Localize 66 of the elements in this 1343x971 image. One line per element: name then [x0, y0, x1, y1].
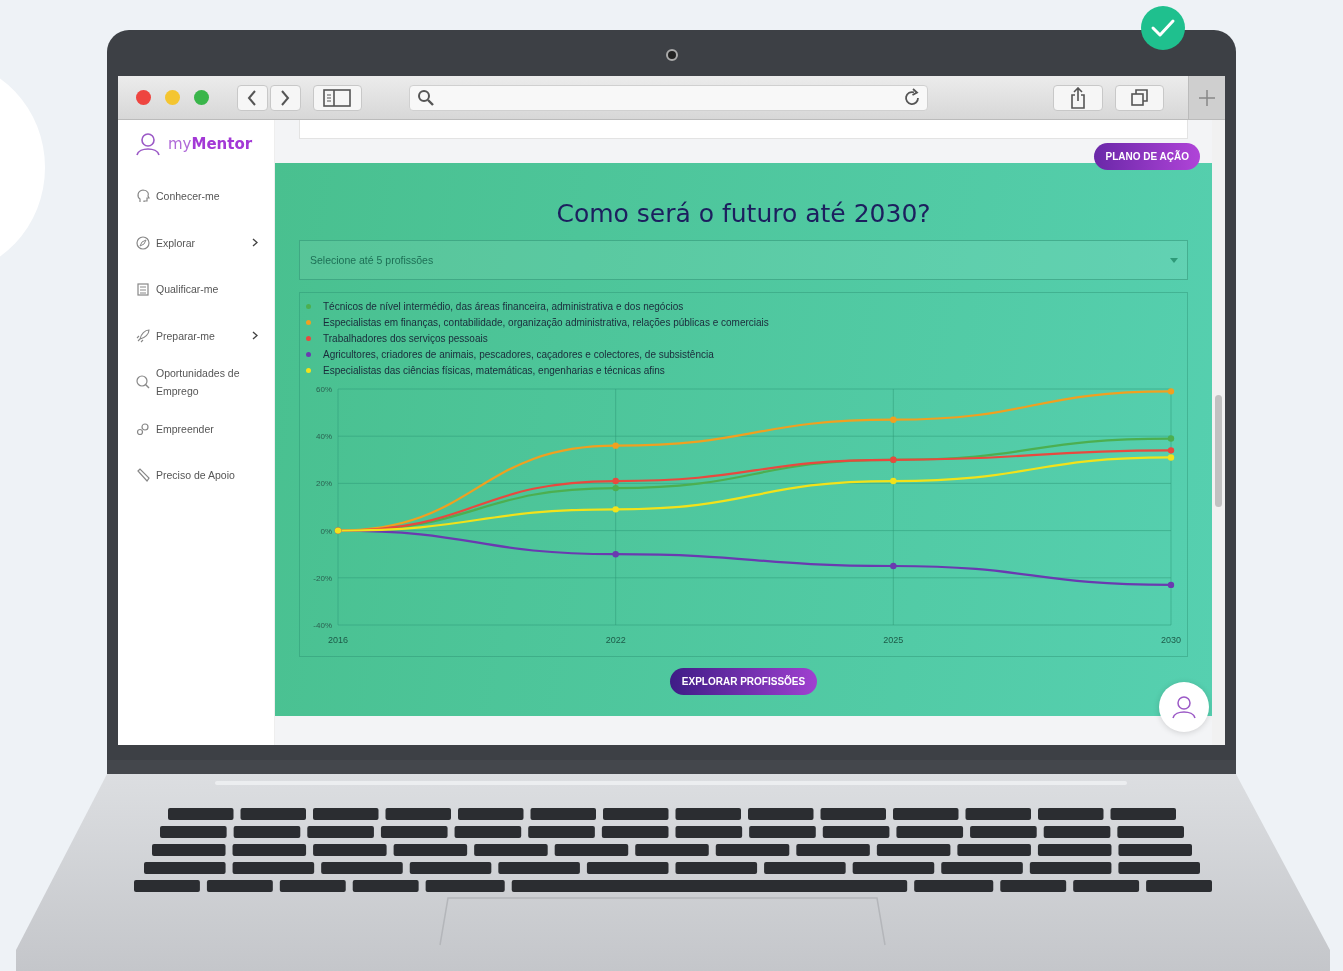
x-tick-label: 2025: [883, 635, 904, 645]
profession-select[interactable]: Selecione até 5 profissões: [299, 240, 1188, 280]
data-point: [1167, 581, 1175, 589]
y-tick-label: 0%: [320, 526, 332, 536]
rocket-icon: [136, 328, 150, 343]
sidebar-item[interactable]: Conhecer-me: [136, 178, 258, 214]
y-tick-label: 40%: [316, 432, 332, 442]
sidebar-item[interactable]: Preciso de Apoio: [136, 457, 258, 493]
data-point: [890, 562, 897, 570]
x-tick-label: 2022: [605, 635, 626, 645]
y-tick-label: 60%: [316, 385, 332, 394]
y-tick-label: -20%: [313, 573, 332, 583]
data-point: [612, 551, 619, 558]
y-tick-label: 20%: [316, 479, 332, 489]
search-icon: [417, 88, 436, 107]
explore-button[interactable]: EXPLORAR PROFISSÕES: [669, 668, 818, 695]
legend-label: Agricultores, criadores de animais, pescadores, caçadores e colectores, de subsistência: [323, 348, 714, 360]
data-point: [612, 442, 619, 449]
tabs-button[interactable]: [1114, 84, 1165, 111]
data-point: [1167, 388, 1175, 395]
section-title: Como será o futuro até 2030?: [555, 199, 932, 228]
back-button[interactable]: [236, 84, 268, 111]
sidebar-toggle-button[interactable]: [312, 84, 363, 111]
chevron-icon: [252, 331, 258, 340]
back-icon: [246, 88, 259, 107]
data-point: [1167, 435, 1175, 442]
head-icon: [136, 189, 150, 203]
x-tick-label: 2016: [328, 635, 348, 645]
data-point: [890, 416, 897, 423]
forward-icon: [279, 88, 292, 107]
maximize-window-button[interactable]: [193, 90, 209, 105]
legend-label: Especialistas em finanças, contabilidade, organização administrativa, relações públicas e comerciais: [323, 317, 769, 329]
user-icon: [136, 132, 160, 156]
tabs-icon: [1130, 88, 1149, 107]
sidebar-item[interactable]: Empreender: [136, 410, 258, 447]
gears-icon: [136, 421, 150, 436]
share-icon: [1070, 86, 1087, 109]
search-icon: [136, 375, 150, 389]
chevron-icon: [252, 238, 258, 247]
x-tick-label: 2030: [1161, 635, 1181, 645]
scrollbar[interactable]: [1212, 120, 1225, 745]
data-point: [612, 506, 619, 513]
check-icon: [1140, 5, 1186, 51]
new-tab-button[interactable]: [1188, 76, 1225, 119]
legend-label: Trabalhadores dos serviços pessoais: [323, 333, 488, 344]
sidebar-item[interactable]: Preparar-me: [136, 317, 258, 354]
plus-icon: [1198, 88, 1217, 107]
sidebar-item[interactable]: Qualificar-me: [136, 271, 258, 307]
sidebar-item[interactable]: Oportunidades de Emprego: [136, 364, 258, 400]
user-icon: [1172, 695, 1196, 719]
forward-button[interactable]: [269, 84, 301, 111]
clipboard-icon: [136, 282, 150, 296]
caret-icon: [1170, 258, 1178, 263]
app-logo: myMentor: [168, 135, 253, 153]
camera-icon: [665, 49, 678, 61]
share-button[interactable]: [1053, 84, 1103, 111]
wrench-icon: [136, 468, 150, 482]
legend-label: Especialistas das ciências físicas, matemáticas, engenharias e técnicas afins: [323, 364, 665, 376]
data-point: [890, 477, 897, 485]
sidebar-item[interactable]: Explorar: [136, 224, 258, 261]
close-window-button[interactable]: [136, 90, 151, 105]
action-plan-button[interactable]: PLANO DE AÇÃO: [1094, 143, 1200, 170]
y-tick-label: -40%: [313, 621, 332, 630]
profile-button[interactable]: [1159, 682, 1209, 732]
compass-icon: [136, 235, 150, 250]
legend-label: Técnicos de nível intermédio, das áreas financeira, administrativa e dos negócios: [323, 301, 684, 313]
